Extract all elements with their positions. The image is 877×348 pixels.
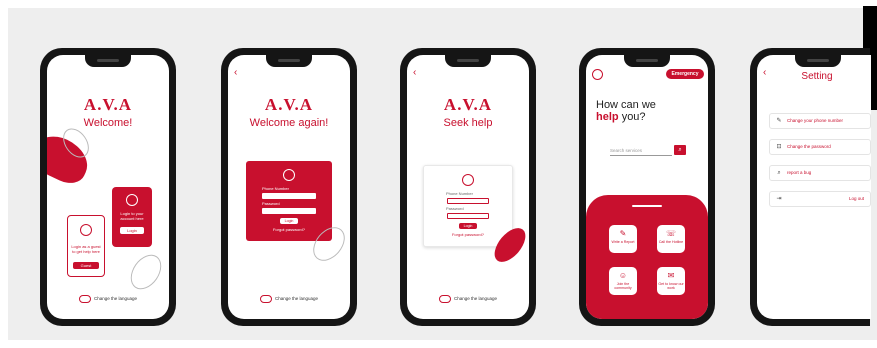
phone-login: ‹ A.V.A Welcome again! Phone Number Pass… <box>221 48 357 326</box>
logout-icon: ⇥ <box>776 196 782 202</box>
phone-notch <box>445 55 491 67</box>
edit-icon: ✎ <box>619 229 627 238</box>
language-icon <box>78 295 91 303</box>
headline-line-2: you? <box>621 111 646 123</box>
setting-label: report a bug <box>787 170 812 175</box>
decor-outline <box>124 248 168 296</box>
guest-card[interactable]: Login as a guest to get help here Guest <box>67 215 105 277</box>
user-icon <box>462 174 474 186</box>
login-text: Login to your account here <box>120 211 144 221</box>
back-arrow-icon[interactable]: ‹ <box>763 67 766 78</box>
phone-input[interactable] <box>447 198 489 204</box>
screen-welcome: A.V.A Welcome! Login as a guest to get h… <box>47 55 169 319</box>
seek-help-title: Seek help <box>443 117 493 129</box>
service-call-hotline[interactable]: ☏ Call the Hotline <box>657 225 685 253</box>
drag-handle[interactable] <box>632 205 662 207</box>
service-label: Write a Report <box>611 240 635 244</box>
community-icon: ☺ <box>618 271 628 280</box>
headline-bold: help <box>596 111 619 123</box>
service-label: Get to know our work <box>658 282 684 290</box>
home-headline: How can we help you? <box>596 99 656 123</box>
service-label: Call the Hotline <box>658 240 684 244</box>
change-language-label: Change the language <box>453 296 498 302</box>
forgot-password-link[interactable]: Forgot password? <box>246 227 332 232</box>
screen-home: Emergency How can we help you? Search se… <box>586 55 708 319</box>
password-label: Password <box>262 201 280 206</box>
setting-change-phone[interactable]: ✎ Change your phone number <box>769 113 871 129</box>
screen-login: ‹ A.V.A Welcome again! Phone Number Pass… <box>228 55 350 319</box>
phone-label: Phone Number <box>262 186 289 191</box>
login-form-card: Phone Number Password Login Forgot passw… <box>246 161 332 241</box>
service-our-work[interactable]: ✉ Get to know our work <box>657 267 685 295</box>
edit-icon: ✎ <box>776 118 782 124</box>
chat-icon: ✉ <box>667 271 675 280</box>
user-icon <box>283 169 295 181</box>
change-language-link[interactable]: Change the language <box>228 295 350 303</box>
search-input[interactable]: Search services <box>610 147 672 156</box>
login-button[interactable]: Login <box>459 223 477 229</box>
guest-text: Login as a guest to get help here <box>71 244 101 254</box>
search-icon: ⌕ <box>777 170 781 176</box>
screen-settings: ‹ Setting ✎ Change your phone number ⊡ Cha… <box>757 55 871 319</box>
phone-home: Emergency How can we help you? Search se… <box>579 48 715 326</box>
user-icon <box>126 194 138 206</box>
welcome-again-title: Welcome again! <box>249 117 329 129</box>
login-button[interactable]: Login <box>280 218 298 224</box>
phone-settings: ‹ Setting ✎ Change your phone number ⊡ Cha… <box>750 48 871 326</box>
password-label: Password <box>446 206 464 211</box>
login-button[interactable]: Login <box>120 227 144 234</box>
language-icon <box>438 295 451 303</box>
setting-label: Change the password <box>787 144 831 149</box>
back-arrow-icon[interactable]: ‹ <box>413 67 416 78</box>
setting-report-bug[interactable]: ⌕ report a bug <box>769 165 871 181</box>
change-language-link[interactable]: Change the language <box>407 295 529 303</box>
phone-welcome: A.V.A Welcome! Login as a guest to get h… <box>40 48 176 326</box>
mockup-stage: A.V.A Welcome! Login as a guest to get h… <box>0 0 877 348</box>
login-card[interactable]: Login to your account here Login <box>112 187 152 247</box>
login-form-card: Phone Number Password Login Forgot passw… <box>423 165 513 247</box>
back-arrow-icon[interactable]: ‹ <box>234 67 237 78</box>
service-label: Join the community <box>614 282 632 290</box>
phone-notch <box>85 55 131 67</box>
headline-line-1: How can we <box>596 99 656 111</box>
change-language-link[interactable]: Change the language <box>47 295 169 303</box>
phone-icon: ☏ <box>665 229 676 238</box>
service-write-report[interactable]: ✎ Write a Report <box>609 225 637 253</box>
phone-notch <box>795 55 841 67</box>
phone-notch <box>266 55 312 67</box>
lock-icon: ⊡ <box>776 144 782 150</box>
change-language-label: Change the language <box>93 296 138 302</box>
phone-seek-help: ‹ A.V.A Seek help Phone Number Password … <box>400 48 536 326</box>
service-join-community[interactable]: ☺ Join the community <box>609 267 637 295</box>
screen-seek-help: ‹ A.V.A Seek help Phone Number Password … <box>407 55 529 319</box>
forgot-password-link[interactable]: Forgot password? <box>424 232 512 237</box>
guest-button[interactable]: Guest <box>73 262 99 269</box>
gear-icon[interactable] <box>592 69 603 80</box>
phone-input[interactable] <box>262 193 316 199</box>
password-input[interactable] <box>447 213 489 219</box>
welcome-title: Welcome! <box>83 117 133 129</box>
password-input[interactable] <box>262 208 316 214</box>
change-language-label: Change the language <box>274 296 319 302</box>
app-logo: A.V.A <box>264 95 314 114</box>
search-icon[interactable]: ⌕ <box>674 145 686 155</box>
emergency-button[interactable]: Emergency <box>666 69 704 79</box>
user-icon <box>80 224 92 236</box>
phone-notch <box>624 55 670 67</box>
setting-change-password[interactable]: ⊡ Change the password <box>769 139 871 155</box>
services-panel <box>586 195 708 319</box>
phone-label: Phone Number <box>446 191 473 196</box>
setting-label: Log out <box>848 196 864 201</box>
setting-label: Change your phone number <box>787 118 844 123</box>
app-logo: A.V.A <box>443 95 493 114</box>
app-logo: A.V.A <box>83 95 133 114</box>
settings-title: Setting <box>801 71 833 82</box>
setting-log-out[interactable]: ⇥ Log out <box>769 191 871 207</box>
language-icon <box>259 295 272 303</box>
